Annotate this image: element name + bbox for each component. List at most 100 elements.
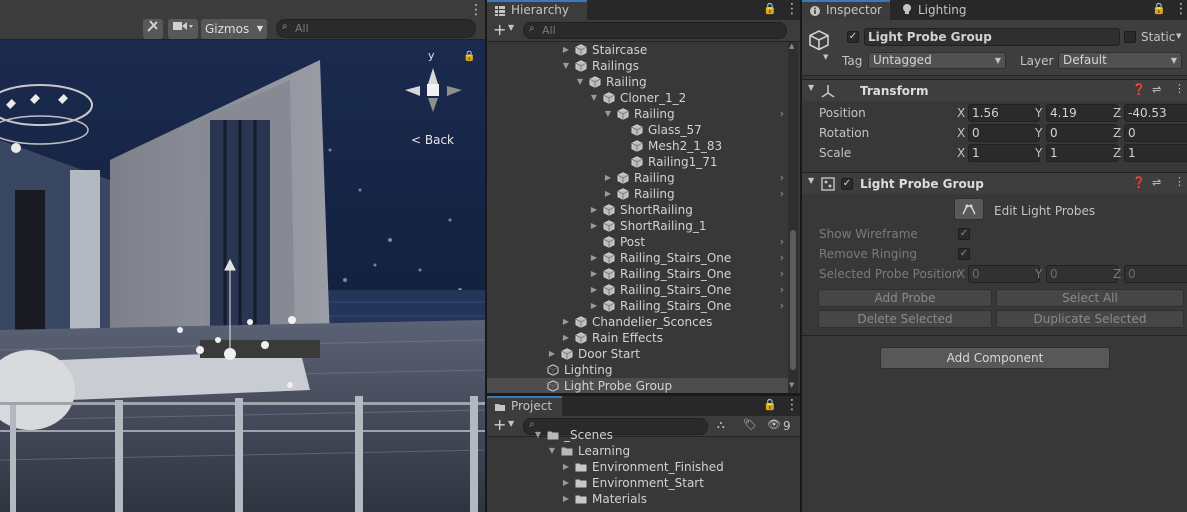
hierarchy-row[interactable]: ▶ ShortRailing_1 xyxy=(487,218,790,234)
lock-icon[interactable]: 🔒 xyxy=(1152,2,1166,15)
open-prefab-icon[interactable]: › xyxy=(780,298,784,314)
selected-probe-y-field[interactable]: 0 xyxy=(1046,265,1118,283)
presets-icon[interactable]: ⇌ xyxy=(1152,83,1161,97)
hierarchy-search-input[interactable]: All xyxy=(523,22,787,39)
expand-right-icon[interactable]: ▶ xyxy=(561,475,571,491)
tag-dropdown[interactable]: Untagged ▼ xyxy=(868,52,1006,69)
duplicate-selected-button[interactable]: Duplicate Selected xyxy=(996,310,1184,328)
open-prefab-icon[interactable]: › xyxy=(780,250,784,266)
hierarchy-row[interactable]: ▶ Staircase xyxy=(487,42,790,58)
hierarchy-row[interactable]: ▼ Railing xyxy=(487,74,790,90)
position-x-field[interactable]: 1.56 xyxy=(968,104,1040,122)
expand-down-icon[interactable]: ▼ xyxy=(589,90,599,106)
scrollbar-thumb[interactable] xyxy=(790,230,796,370)
expand-right-icon[interactable]: ▶ xyxy=(561,314,571,330)
remove-ringing-checkbox[interactable]: ✓ xyxy=(958,248,970,260)
hierarchy-row[interactable]: ▶ Railing_Stairs_One › xyxy=(487,266,790,282)
edit-light-probes-button[interactable] xyxy=(954,198,984,220)
hierarchy-row[interactable]: Lighting xyxy=(487,362,790,378)
expand-down-icon[interactable]: ▼ xyxy=(603,106,613,122)
camera-icon[interactable] xyxy=(168,19,198,39)
chevron-down-icon[interactable]: ▼ xyxy=(808,83,814,92)
scene-view[interactable]: ⋮ Gizmos ▼ All ⌕ y 🔒 < Back xyxy=(0,0,485,512)
expand-right-icon[interactable]: ▶ xyxy=(589,282,599,298)
expand-right-icon[interactable]: ▶ xyxy=(603,186,613,202)
open-prefab-icon[interactable]: › xyxy=(780,282,784,298)
rotation-y-field[interactable]: 0 xyxy=(1046,124,1118,142)
hierarchy-scrollbar[interactable]: ▲ ▼ xyxy=(788,42,798,393)
object-name-field[interactable]: Light Probe Group xyxy=(864,28,1120,46)
lock-icon[interactable]: 🔒 xyxy=(463,51,475,62)
hierarchy-row[interactable]: ▶ ShortRailing xyxy=(487,202,790,218)
presets-icon[interactable]: ⇌ xyxy=(1152,176,1161,190)
position-z-field[interactable]: -40.53 xyxy=(1124,104,1187,122)
chevron-down-icon[interactable]: ▼ xyxy=(823,53,828,61)
component-menu-icon[interactable]: ⋮ xyxy=(1174,82,1185,96)
hierarchy-row[interactable]: ▼ Cloner_1_2 xyxy=(487,90,790,106)
expand-right-icon[interactable]: ▶ xyxy=(603,170,613,186)
hierarchy-row[interactable]: Light Probe Group xyxy=(487,378,790,393)
show-wireframe-checkbox[interactable]: ✓ xyxy=(958,228,970,240)
hierarchy-row[interactable]: ▶ Railing_Stairs_One › xyxy=(487,250,790,266)
delete-selected-button[interactable]: Delete Selected xyxy=(818,310,992,328)
hierarchy-row[interactable]: ▶ Railing_Stairs_One › xyxy=(487,282,790,298)
help-icon[interactable]: ❓ xyxy=(1132,176,1146,190)
expand-down-icon[interactable]: ▼ xyxy=(561,58,571,74)
hierarchy-row[interactable]: ▶ Railing › xyxy=(487,186,790,202)
lock-icon[interactable]: 🔒 xyxy=(763,398,777,411)
layer-dropdown[interactable]: Default ▼ xyxy=(1058,52,1182,69)
scale-y-field[interactable]: 1 xyxy=(1046,144,1118,162)
expand-down-icon[interactable]: ▼ xyxy=(533,427,543,443)
gameobject-cube-icon[interactable] xyxy=(808,29,830,51)
expand-right-icon[interactable]: ▶ xyxy=(589,218,599,234)
expand-right-icon[interactable]: ▶ xyxy=(589,202,599,218)
expand-right-icon[interactable]: ▶ xyxy=(589,298,599,314)
lock-icon[interactable]: 🔒 xyxy=(763,2,777,15)
active-checkbox[interactable]: ✓ xyxy=(847,31,859,43)
open-prefab-icon[interactable]: › xyxy=(780,186,784,202)
hierarchy-menu-icon[interactable]: ⋮ xyxy=(785,2,799,16)
gizmos-dropdown[interactable]: Gizmos ▼ xyxy=(201,19,267,39)
chevron-down-icon[interactable]: ▼ xyxy=(1176,32,1181,40)
scale-x-field[interactable]: 1 xyxy=(968,144,1040,162)
chevron-down-icon[interactable]: ▼ xyxy=(508,23,514,32)
scroll-down-icon[interactable]: ▼ xyxy=(789,381,794,389)
tab-project[interactable]: Project xyxy=(487,396,562,416)
expand-right-icon[interactable]: ▶ xyxy=(561,491,571,507)
rotation-x-field[interactable]: 0 xyxy=(968,124,1040,142)
project-folder-row[interactable]: ▼ Learning xyxy=(487,443,790,459)
back-label[interactable]: < Back xyxy=(411,133,454,147)
open-prefab-icon[interactable]: › xyxy=(780,170,784,186)
selected-probe-x-field[interactable]: 0 xyxy=(968,265,1040,283)
inspector-menu-icon[interactable]: ⋮ xyxy=(1174,2,1187,16)
scene-menu-icon[interactable]: ⋮ xyxy=(469,3,483,17)
hierarchy-row[interactable]: Post › xyxy=(487,234,790,250)
static-checkbox[interactable] xyxy=(1124,31,1136,43)
rotation-z-field[interactable]: 0 xyxy=(1124,124,1187,142)
tab-inspector[interactable]: Inspector xyxy=(802,0,890,20)
help-icon[interactable]: ❓ xyxy=(1132,83,1146,97)
open-prefab-icon[interactable]: › xyxy=(780,234,784,250)
expand-right-icon[interactable]: ▶ xyxy=(561,459,571,475)
component-enabled-checkbox[interactable]: ✓ xyxy=(841,178,853,190)
position-y-field[interactable]: 4.19 xyxy=(1046,104,1118,122)
select-all-button[interactable]: Select All xyxy=(996,289,1184,307)
hierarchy-row[interactable]: ▶ Door Start xyxy=(487,346,790,362)
light-probe-group-header[interactable]: ▼ ✓ Light Probe Group ❓ ⇌ ⋮ xyxy=(802,172,1187,194)
expand-right-icon[interactable]: ▶ xyxy=(561,42,571,58)
expand-down-icon[interactable]: ▼ xyxy=(575,74,585,90)
project-folder-row[interactable]: ▶ Materials xyxy=(487,491,790,507)
hierarchy-row[interactable]: ▶ Railing › xyxy=(487,170,790,186)
add-icon[interactable]: + xyxy=(493,21,506,39)
open-prefab-icon[interactable]: › xyxy=(780,266,784,282)
selected-probe-z-field[interactable]: 0 xyxy=(1124,265,1187,283)
project-menu-icon[interactable]: ⋮ xyxy=(785,398,799,412)
expand-down-icon[interactable]: ▼ xyxy=(547,443,557,459)
project-folder-row[interactable]: ▶ Environment_Start xyxy=(487,475,790,491)
project-folder-row[interactable]: ▶ Environment_Finished xyxy=(487,459,790,475)
hierarchy-row[interactable]: ▶ Chandelier_Sconces xyxy=(487,314,790,330)
tab-hierarchy[interactable]: Hierarchy xyxy=(487,0,587,20)
scroll-up-icon[interactable]: ▲ xyxy=(789,42,794,50)
hierarchy-row[interactable]: ▶ Railing_Stairs_One › xyxy=(487,298,790,314)
hierarchy-row[interactable]: ▼ Railings xyxy=(487,58,790,74)
